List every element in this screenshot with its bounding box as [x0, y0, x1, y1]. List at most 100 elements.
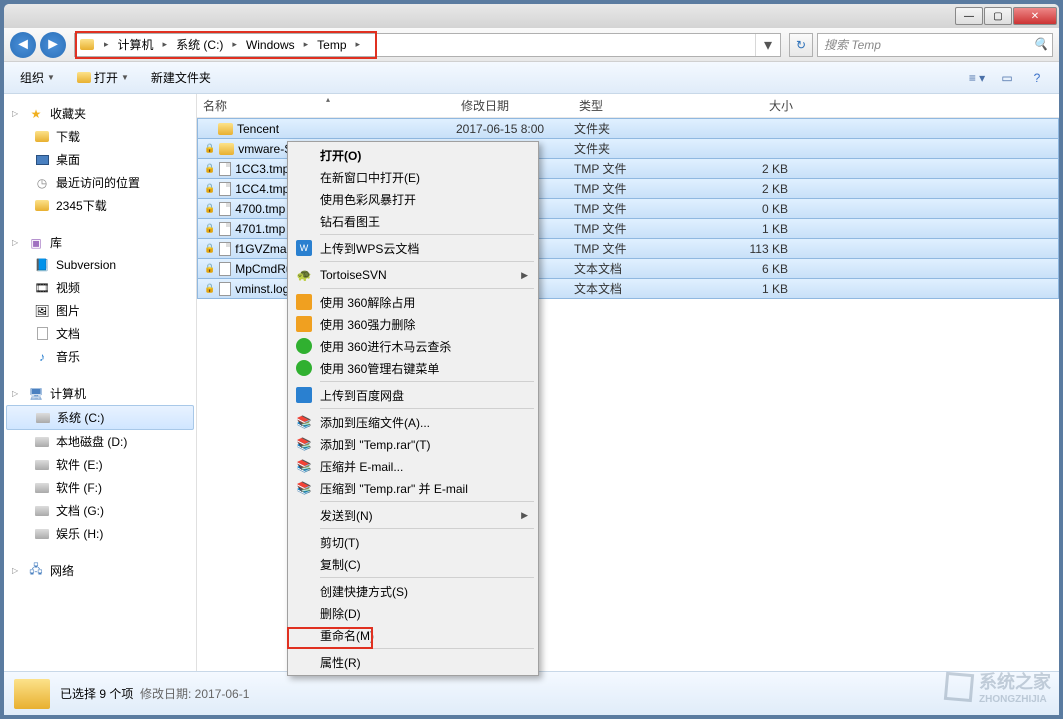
sidebar-item-documents[interactable]: 文档 — [4, 322, 196, 345]
sidebar-item-g[interactable]: 文档 (G:) — [4, 499, 196, 522]
computer-icon: 🖥 — [28, 386, 44, 402]
sidebar-item-music[interactable]: ♪音乐 — [4, 345, 196, 368]
chevron-right-icon[interactable]: ▸ — [351, 39, 366, 50]
file-size: 113 KB — [712, 242, 800, 256]
open-button[interactable]: 打开▼ — [69, 67, 137, 88]
crumb-temp[interactable]: Temp — [313, 34, 350, 56]
file-icon — [219, 242, 231, 256]
context-menu: 打开(O) 在新窗口中打开(E) 使用色彩风暴打开 钻石看图王 W上传到WPS云… — [287, 141, 539, 676]
menu-360-trojan[interactable]: 使用 360进行木马云查杀 — [290, 335, 536, 357]
crumb-computer[interactable]: 计算机 — [114, 34, 158, 56]
chevron-right-icon[interactable]: ▸ — [227, 39, 242, 50]
menu-cut[interactable]: 剪切(T) — [290, 531, 536, 553]
file-name: 1CC3.tmp — [235, 162, 289, 176]
maximize-button[interactable]: ▢ — [984, 7, 1012, 25]
file-type: TMP 文件 — [574, 240, 712, 257]
col-name[interactable]: 名称▴ — [197, 97, 455, 114]
menu-rename[interactable]: 重命名(M) — [290, 624, 536, 646]
minimize-button[interactable]: — — [955, 7, 983, 25]
folder-large-icon — [14, 679, 50, 709]
lock-icon: 🔒 — [204, 203, 215, 214]
sidebar-item-h[interactable]: 娱乐 (H:) — [4, 522, 196, 545]
network-header[interactable]: ▷🖧网络 — [4, 559, 196, 582]
file-size: 2 KB — [712, 182, 800, 196]
status-moddate: 修改日期: 2017-06-1 — [140, 687, 249, 701]
file-icon — [219, 202, 231, 216]
favorites-header[interactable]: ▷★收藏夹 — [4, 102, 196, 125]
sidebar-item-2345[interactable]: 2345下载 — [4, 194, 196, 217]
menu-delete[interactable]: 删除(D) — [290, 602, 536, 624]
lock-icon: 🔒 — [204, 223, 215, 234]
desktop-icon — [36, 155, 49, 165]
col-type[interactable]: 类型 — [573, 97, 711, 114]
menu-tortoisesvn[interactable]: 🐢TortoiseSVN▶ — [290, 264, 536, 286]
menu-colorstorm[interactable]: 使用色彩风暴打开 — [290, 188, 536, 210]
menu-rar-temp[interactable]: 📚添加到 "Temp.rar"(T) — [290, 433, 536, 455]
menu-360-rightclick[interactable]: 使用 360管理右键菜单 — [290, 357, 536, 379]
chevron-right-icon[interactable]: ▸ — [158, 39, 173, 50]
menu-rar-add[interactable]: 📚添加到压缩文件(A)... — [290, 411, 536, 433]
menu-360-unlock[interactable]: 使用 360解除占用 — [290, 291, 536, 313]
sidebar-item-downloads[interactable]: 下载 — [4, 125, 196, 148]
file-row[interactable]: Tencent2017-06-15 8:00文件夹 — [197, 118, 1059, 139]
sidebar-item-svn[interactable]: 📘Subversion — [4, 254, 196, 276]
sidebar-item-pictures[interactable]: 🖼图片 — [4, 299, 196, 322]
col-date[interactable]: 修改日期 — [455, 97, 573, 114]
chevron-right-icon[interactable]: ▸ — [299, 39, 314, 50]
drive-icon — [35, 437, 49, 447]
menu-diamond[interactable]: 钻石看图王 — [290, 210, 536, 232]
menu-open-new-window[interactable]: 在新窗口中打开(E) — [290, 166, 536, 188]
back-button[interactable]: ◄ — [10, 32, 36, 58]
menu-360-forcedelete[interactable]: 使用 360强力删除 — [290, 313, 536, 335]
file-size: 1 KB — [712, 282, 800, 296]
menu-rar-temp-email[interactable]: 📚压缩到 "Temp.rar" 并 E-mail — [290, 477, 536, 499]
address-bar[interactable]: ▸ 计算机 ▸ 系统 (C:) ▸ Windows ▸ Temp ▸ ▾ — [74, 33, 781, 57]
menu-rar-email[interactable]: 📚压缩并 E-mail... — [290, 455, 536, 477]
document-icon — [37, 327, 48, 340]
search-input[interactable]: 搜索 Temp 🔍 — [817, 33, 1053, 57]
chevron-right-icon[interactable]: ▸ — [99, 39, 114, 50]
menu-wps[interactable]: W上传到WPS云文档 — [290, 237, 536, 259]
sidebar-item-desktop[interactable]: 桌面 — [4, 148, 196, 171]
sidebar-item-f[interactable]: 软件 (F:) — [4, 476, 196, 499]
organize-button[interactable]: 组织▼ — [12, 67, 63, 88]
book-icon: 📘 — [34, 257, 50, 273]
menu-properties[interactable]: 属性(R) — [290, 651, 536, 673]
rar-icon: 📚 — [295, 457, 313, 475]
file-icon — [219, 182, 231, 196]
image-icon: 🖼 — [34, 303, 50, 319]
forward-button[interactable]: ► — [40, 32, 66, 58]
close-button[interactable]: ✕ — [1013, 7, 1057, 25]
file-size: 0 KB — [712, 202, 800, 216]
lock-icon: 🔒 — [204, 183, 215, 194]
sidebar-item-d[interactable]: 本地磁盘 (D:) — [4, 430, 196, 453]
crumb-c[interactable]: 系统 (C:) — [172, 34, 227, 56]
new-folder-button[interactable]: 新建文件夹 — [143, 67, 219, 88]
sidebar-item-recent[interactable]: ◷最近访问的位置 — [4, 171, 196, 194]
sidebar-item-c[interactable]: 系统 (C:) — [6, 405, 194, 430]
computer-header[interactable]: ▷🖥计算机 — [4, 382, 196, 405]
menu-open[interactable]: 打开(O) — [290, 144, 536, 166]
lock-icon: 🔒 — [204, 263, 215, 274]
menu-baidu[interactable]: 上传到百度网盘 — [290, 384, 536, 406]
address-dropdown[interactable]: ▾ — [755, 34, 780, 56]
refresh-button[interactable]: ↻ — [789, 33, 813, 57]
lock-icon: 🔒 — [204, 143, 215, 154]
sidebar-item-e[interactable]: 软件 (E:) — [4, 453, 196, 476]
preview-pane-button[interactable]: ▭ — [993, 67, 1021, 89]
sidebar-item-video[interactable]: 🎞视频 — [4, 276, 196, 299]
help-button[interactable]: ? — [1023, 67, 1051, 89]
menu-copy[interactable]: 复制(C) — [290, 553, 536, 575]
menu-shortcut[interactable]: 创建快捷方式(S) — [290, 580, 536, 602]
menu-sendto[interactable]: 发送到(N)▶ — [290, 504, 536, 526]
lock-icon: 🔒 — [204, 283, 215, 294]
separator — [320, 381, 534, 382]
file-type: TMP 文件 — [574, 220, 712, 237]
submenu-arrow-icon: ▶ — [521, 270, 528, 281]
view-button[interactable]: ≡ ▾ — [963, 67, 991, 89]
toolbar: 组织▼ 打开▼ 新建文件夹 ≡ ▾ ▭ ? — [4, 62, 1059, 94]
crumb-windows[interactable]: Windows — [242, 34, 299, 56]
drive-icon — [35, 506, 49, 516]
libraries-header[interactable]: ▷▣库 — [4, 231, 196, 254]
col-size[interactable]: 大小 — [711, 97, 799, 114]
